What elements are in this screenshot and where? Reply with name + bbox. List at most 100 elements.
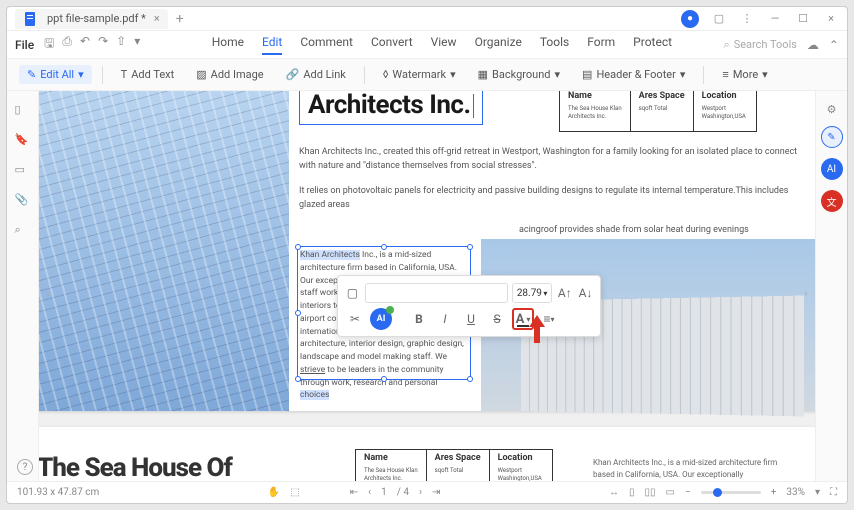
edit-panel-icon[interactable]: ✎ [821, 126, 843, 148]
last-page-icon[interactable]: ⇥ [432, 487, 440, 498]
background-button[interactable]: ▦Background▾ [470, 65, 568, 84]
help-button[interactable]: ? [17, 459, 33, 475]
background-icon: ▦ [478, 68, 488, 81]
selection-handle[interactable] [467, 376, 473, 382]
font-size-input[interactable]: 28.79▾ [512, 283, 553, 303]
menu-organize[interactable]: Organize [475, 35, 522, 55]
expand-icon[interactable]: ⌃ [829, 38, 839, 52]
text-icon: T [121, 68, 128, 81]
title-text: Architects Inc. [308, 91, 471, 120]
new-tab-button[interactable]: + [176, 11, 184, 27]
kebab-icon[interactable]: ⋮ [739, 11, 755, 27]
menu-convert[interactable]: Convert [371, 35, 413, 55]
zoom-value[interactable]: 33% [786, 487, 805, 498]
menu-home[interactable]: Home [212, 35, 244, 55]
hand-tool-icon[interactable]: ✋ [268, 487, 280, 498]
underline-button[interactable]: U [460, 308, 482, 330]
share-icon[interactable]: ⇧ [116, 34, 126, 55]
print-icon[interactable]: ⎙ [62, 34, 72, 55]
strikethrough-button[interactable]: S [486, 308, 508, 330]
divider [703, 66, 704, 84]
selection-handle[interactable] [295, 376, 301, 382]
header-footer-button[interactable]: ▤Header & Footer▾ [574, 65, 693, 84]
single-page-icon[interactable]: ▯ [629, 487, 635, 498]
increase-font-icon[interactable]: A↑ [556, 282, 573, 304]
selection-handle[interactable] [295, 310, 301, 316]
redo-icon[interactable]: ↷ [98, 34, 108, 55]
first-page-icon[interactable]: ⇤ [350, 487, 358, 498]
fullscreen-icon[interactable]: ⛶ [830, 487, 837, 498]
page-number[interactable]: 1 [381, 487, 387, 498]
edit-all-button[interactable]: ✎ Edit All ▾ [19, 65, 92, 84]
attachments-icon[interactable]: 📎 [15, 193, 31, 209]
main-menus: Home Edit Comment Convert View Organize … [212, 35, 672, 55]
page2-info-table: NameThe Sea House KlanArchitects Inc. Ar… [355, 449, 553, 481]
menu-tools[interactable]: Tools [540, 35, 569, 55]
continuous-icon[interactable]: ▯▯ [645, 487, 656, 498]
info-table: NameThe Sea House KlanArchitects Inc. Ar… [559, 91, 757, 132]
add-image-button[interactable]: ▨Add Image [188, 65, 271, 84]
add-text-button[interactable]: TAdd Text [113, 65, 183, 84]
search-tools[interactable]: ⌕ Search Tools [724, 38, 797, 52]
bookmarks-icon[interactable]: 🔖 [15, 133, 31, 149]
document-tab[interactable]: ppt file-sample.pdf * × [15, 9, 168, 29]
building-image-1 [39, 91, 289, 411]
menu-protect[interactable]: Protect [633, 35, 672, 55]
font-family-input[interactable] [365, 283, 508, 303]
fit-width-icon[interactable]: ↔ [609, 487, 619, 498]
body-paragraphs: Khan Architects Inc., created this off-g… [299, 145, 799, 247]
menu-edit[interactable]: Edit [262, 35, 282, 55]
more-icon: ≡ [722, 68, 728, 81]
dropdown-icon[interactable]: ▾ [134, 34, 140, 55]
scroll-left-icon[interactable]: ‹ [41, 286, 55, 300]
prev-page-icon[interactable]: ‹ [368, 487, 371, 498]
read-mode-icon[interactable]: ▭ [666, 487, 675, 498]
bold-button[interactable]: B [408, 308, 430, 330]
menu-form[interactable]: Form [587, 35, 615, 55]
title-text-box[interactable]: Architects Inc. [299, 91, 483, 125]
watermark-button[interactable]: ◊Watermark▾ [375, 65, 464, 84]
copy-format-icon[interactable]: ▢ [344, 282, 361, 304]
close-window-icon[interactable]: × [823, 11, 839, 27]
scroll-right-icon[interactable]: › [799, 286, 813, 300]
user-avatar[interactable]: ● [681, 10, 699, 28]
ai-assistant-button[interactable]: AI [370, 308, 392, 330]
selection-handle[interactable] [381, 376, 387, 382]
search-icon: ⌕ [724, 38, 730, 52]
selection-handle[interactable] [467, 244, 473, 250]
decrease-font-icon[interactable]: A↓ [577, 282, 594, 304]
cloud-icon[interactable]: ☁ [807, 38, 819, 52]
annotations-icon[interactable]: ▭ [15, 163, 31, 179]
add-link-button[interactable]: 🔗Add Link [278, 65, 354, 84]
settings-icon[interactable]: ⚙ [827, 103, 837, 116]
selection-handle[interactable] [381, 244, 387, 250]
search-panel-icon[interactable]: ⌕ [15, 223, 31, 239]
zoom-out-icon[interactable]: − [685, 487, 691, 498]
menu-comment[interactable]: Comment [300, 35, 353, 55]
file-menu[interactable]: File [15, 38, 34, 52]
thumbnails-icon[interactable]: ▯ [15, 103, 31, 119]
link-icon: 🔗 [286, 68, 300, 81]
tab-close-icon[interactable]: × [154, 12, 160, 25]
cut-icon[interactable]: ✂ [344, 308, 366, 330]
zoom-in-icon[interactable]: + [771, 487, 777, 498]
ai-panel-icon[interactable]: AI [821, 158, 843, 180]
page-1: Architects Inc. NameThe Sea House KlanAr… [39, 91, 815, 411]
text-format-toolbar: ▢ 28.79▾ A↑ A↓ ✂ AI B I U S A▾ [337, 275, 601, 337]
select-tool-icon[interactable]: ⬚ [290, 487, 299, 498]
page-total: / 4 [397, 487, 409, 498]
document-canvas[interactable]: Architects Inc. NameThe Sea House KlanAr… [39, 91, 815, 481]
menu-view[interactable]: View [431, 35, 457, 55]
zoom-slider[interactable] [701, 491, 761, 494]
save-icon[interactable]: 🖫 [44, 34, 54, 55]
undo-icon[interactable]: ↶ [80, 34, 90, 55]
selection-handle[interactable] [295, 244, 301, 250]
translate-panel-icon[interactable]: 文 [821, 190, 843, 212]
page-2: The Sea House Of NameThe Sea House KlanA… [39, 427, 815, 481]
app-menu-icon[interactable]: ▢ [711, 11, 727, 27]
next-page-icon[interactable]: › [419, 487, 422, 498]
more-button[interactable]: ≡More▾ [714, 65, 775, 84]
minimize-icon[interactable]: — [767, 11, 783, 27]
italic-button[interactable]: I [434, 308, 456, 330]
maximize-icon[interactable]: ☐ [795, 11, 811, 27]
